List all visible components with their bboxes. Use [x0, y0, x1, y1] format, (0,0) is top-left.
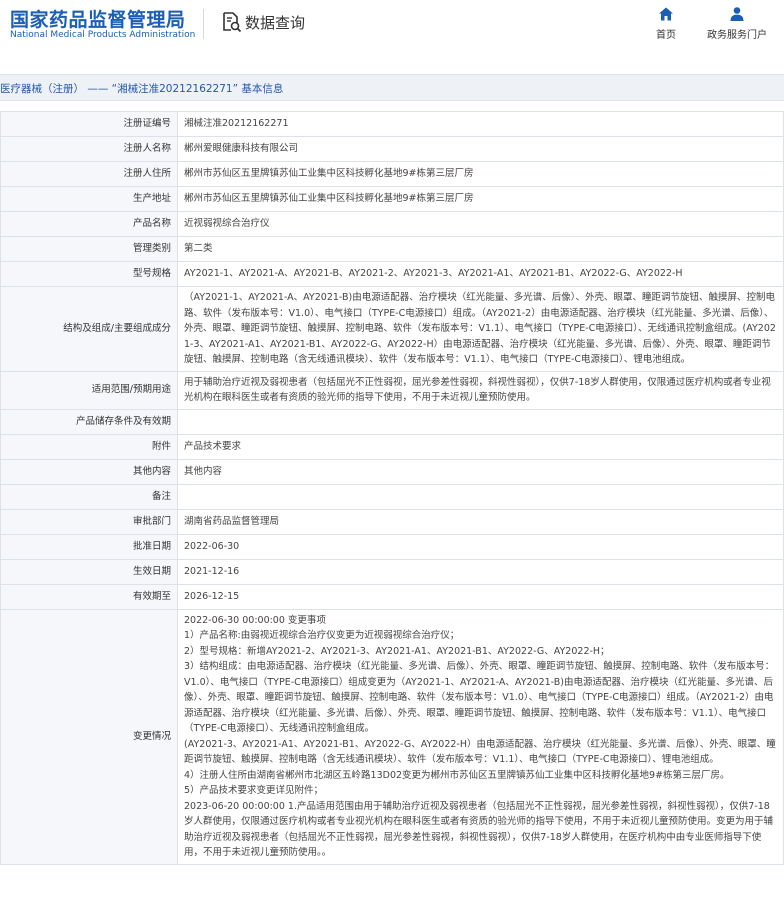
- table-row: 注册证编号 湘械注准20212162271: [0, 111, 784, 137]
- table-row: 注册人住所 郴州市苏仙区五里牌镇苏仙工业集中区科技孵化基地9#栋第三层厂房: [0, 161, 784, 187]
- field-value: 郴州爱眼健康科技有限公司: [177, 136, 784, 162]
- change-line: 3）结构组成：由电源适配器、治疗模块（红光能量、多光谱、后像）、外壳、眼罩、瞳距…: [184, 661, 775, 734]
- logo-title-en: National Medical Products Administration: [10, 30, 196, 40]
- table-row: 附件 产品技术要求: [0, 433, 784, 460]
- table-row: 生产地址 郴州市苏仙区五里牌镇苏仙工业集中区科技孵化基地9#栋第三层厂房: [0, 186, 784, 212]
- field-label: 变更情况: [0, 608, 178, 865]
- table-row: 型号规格 AY2021-1、AY2021-A、AY2021-B、AY2021-2…: [0, 261, 784, 287]
- table-row: 适用范围/预期用途 用于辅助治疗近视及弱视患者（包括屈光不正性弱视，屈光参差性弱…: [0, 370, 784, 410]
- change-history: 2022-06-30 00:00:00 变更事项 1）产品名称:由弱视近视综合治…: [177, 608, 784, 865]
- page-title-bar: 医疗器械（注册） —— “湘械注准20212162271” 基本信息: [0, 74, 784, 101]
- field-value: AY2021-1、AY2021-A、AY2021-B、AY2021-2、AY20…: [177, 261, 784, 287]
- header-divider: [203, 9, 204, 39]
- detail-table: 注册证编号 湘械注准20212162271 注册人名称 郴州爱眼健康科技有限公司…: [0, 111, 784, 865]
- change-line: (AY2021-3、AY2021-A1、AY2021-B1、AY2022-G、A…: [184, 738, 776, 766]
- field-value: [177, 483, 784, 510]
- table-row: 其他内容 其他内容: [0, 458, 784, 485]
- field-label: 管理类别: [0, 236, 178, 262]
- nav-service-portal[interactable]: 政务服务门户: [692, 6, 782, 41]
- user-icon: [730, 7, 744, 21]
- field-label: 注册证编号: [0, 111, 178, 137]
- table-row: 审批部门 湖南省药品监督管理局: [0, 508, 784, 535]
- field-label: 生效日期: [0, 558, 178, 585]
- field-label: 注册人住所: [0, 161, 178, 187]
- field-label: 附件: [0, 433, 178, 460]
- field-value: 2026-12-15: [177, 583, 784, 610]
- field-label: 型号规格: [0, 261, 178, 287]
- field-label: 适用范围/预期用途: [0, 370, 178, 410]
- field-value: 产品技术要求: [177, 433, 784, 460]
- field-value: 湘械注准20212162271: [177, 111, 784, 137]
- table-row: 结构及组成/主要组成成分 （AY2021-1、AY2021-A、AY2021-B…: [0, 286, 784, 372]
- table-row: 管理类别 第二类: [0, 236, 784, 262]
- field-label: 结构及组成/主要组成成分: [0, 286, 178, 372]
- page-title: 医疗器械（注册） —— “湘械注准20212162271” 基本信息: [0, 83, 284, 95]
- field-value: 2022-06-30: [177, 533, 784, 560]
- field-label: 产品储存条件及有效期: [0, 408, 178, 435]
- field-label: 产品名称: [0, 211, 178, 237]
- field-label: 有效期至: [0, 583, 178, 610]
- table-row: 产品名称 近视弱视综合治疗仪: [0, 211, 784, 237]
- field-label: 备注: [0, 483, 178, 510]
- data-query-link[interactable]: 数据查询: [220, 10, 305, 34]
- table-row: 产品储存条件及有效期: [0, 408, 784, 435]
- field-label: 审批部门: [0, 508, 178, 535]
- table-row-change: 变更情况 2022-06-30 00:00:00 变更事项 1）产品名称:由弱视…: [0, 608, 784, 865]
- change-line: 1）产品名称:由弱视近视综合治疗仪变更为近视弱视综合治疗仪；: [184, 630, 460, 641]
- field-value: 2021-12-16: [177, 558, 784, 585]
- nav-service-portal-label: 政务服务门户: [707, 30, 767, 41]
- field-value: 其他内容: [177, 458, 784, 485]
- data-query-label: 数据查询: [245, 13, 306, 32]
- change-line: 2）型号规格：新增AY2021-2、AY2021-3、AY2021-A1、AY2…: [184, 645, 610, 657]
- field-label: 批准日期: [0, 533, 178, 560]
- change-line: 4）注册人住所由湖南省郴州市北湖区五岭路13D02变更为郴州市苏仙区五里牌镇苏仙…: [184, 769, 730, 781]
- field-label: 其他内容: [0, 458, 178, 485]
- field-value: 郴州市苏仙区五里牌镇苏仙工业集中区科技孵化基地9#栋第三层厂房: [177, 161, 784, 187]
- change-line: 2023-06-20 00:00:00 1.产品适用范围由用于辅助治疗近视及弱视…: [184, 800, 774, 859]
- document-search-icon: [223, 12, 242, 33]
- field-label: 生产地址: [0, 186, 178, 212]
- table-row: 批准日期 2022-06-30: [0, 533, 784, 560]
- table-row: 备注: [0, 483, 784, 510]
- field-value: （AY2021-1、AY2021-A、AY2021-B)由电源适配器、治疗模块（…: [177, 286, 784, 372]
- field-value: 用于辅助治疗近视及弱视患者（包括屈光不正性弱视，屈光参差性弱视，斜视性弱视），仅…: [177, 370, 784, 410]
- table-row: 注册人名称 郴州爱眼健康科技有限公司: [0, 136, 784, 162]
- change-line: 2022-06-30 00:00:00 变更事项: [184, 614, 326, 626]
- field-value: 第二类: [177, 236, 784, 262]
- field-value: 郴州市苏仙区五里牌镇苏仙工业集中区科技孵化基地9#栋第三层厂房: [177, 186, 784, 212]
- field-value: 湖南省药品监督管理局: [177, 508, 784, 535]
- home-icon: [659, 7, 673, 21]
- field-value: [177, 408, 784, 435]
- logo-title-cn[interactable]: 国家药品监督管理局: [10, 5, 186, 32]
- site-header: 国家药品监督管理局 National Medical Products Admi…: [0, 0, 784, 74]
- table-row: 有效期至 2026-12-15: [0, 583, 784, 610]
- table-row: 生效日期 2021-12-16: [0, 558, 784, 585]
- field-value: 近视弱视综合治疗仪: [177, 211, 784, 237]
- field-label: 注册人名称: [0, 136, 178, 162]
- change-line: 5）产品技术要求变更详见附件；: [184, 785, 324, 796]
